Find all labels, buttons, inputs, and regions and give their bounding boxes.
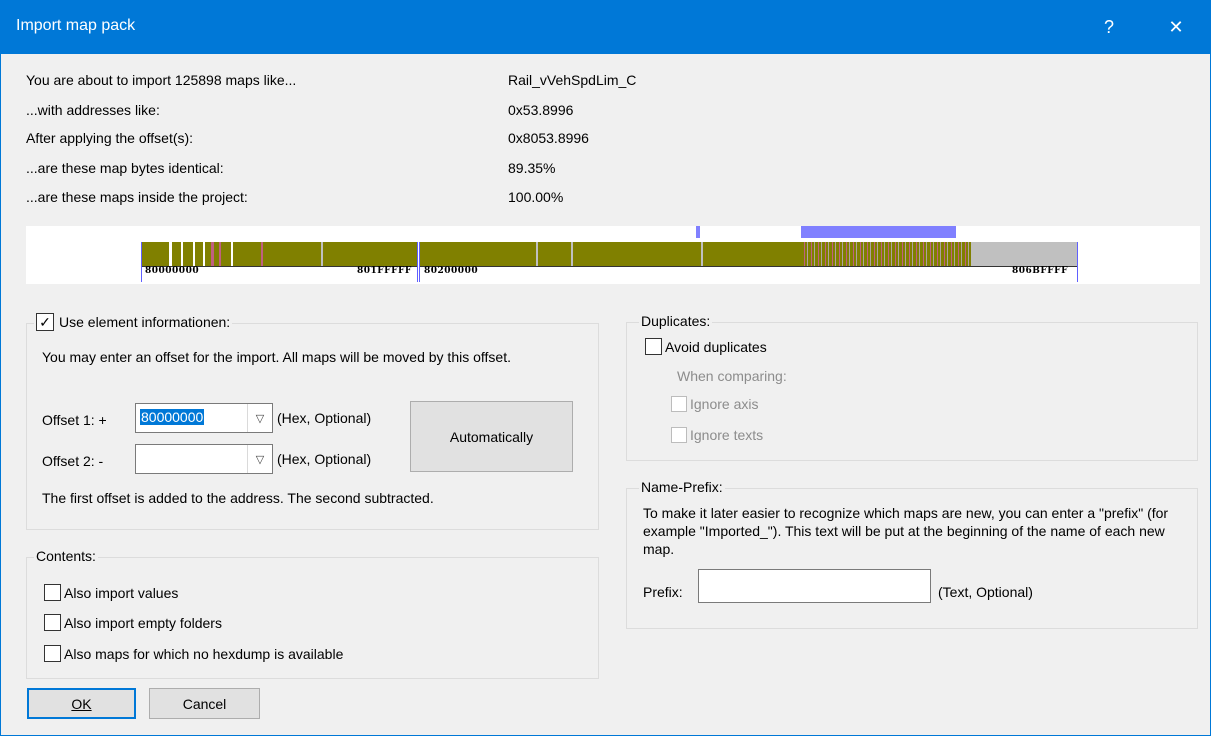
no-hexdump-label: Also maps for which no hexdump is availa… — [64, 645, 344, 662]
option-import-empty-folders[interactable]: Also import empty folders — [44, 614, 222, 631]
offset-description: You may enter an offset for the import. … — [42, 349, 511, 365]
memory-map-bar — [141, 242, 1077, 266]
summary-value-example-map: Rail_vVehSpdLim_C — [508, 72, 637, 88]
no-hexdump-checkbox[interactable] — [44, 645, 61, 662]
ignore-texts-option[interactable]: Ignore texts — [671, 427, 763, 443]
ignore-axis-label: Ignore axis — [690, 396, 759, 412]
dialog-title: Import map pack — [16, 17, 136, 34]
cancel-button-label: Cancel — [182, 695, 227, 712]
ignore-axis-checkbox[interactable] — [671, 396, 687, 412]
map-address-end-2: 806BFFFF — [1012, 266, 1068, 276]
prefix-hint: (Text, Optional) — [938, 584, 1033, 600]
map-highlight-marker — [696, 226, 700, 238]
map-address-start-1: 80000000 — [145, 266, 200, 276]
import-empty-folders-label: Also import empty folders — [64, 614, 222, 631]
contents-group-label: Contents: — [34, 548, 98, 564]
avoid-duplicates-label: Avoid duplicates — [665, 338, 767, 355]
name-prefix-description: To make it later easier to recognize whi… — [643, 505, 1169, 557]
avoid-duplicates-option[interactable]: Avoid duplicates — [645, 338, 767, 355]
offset2-hint: (Hex, Optional) — [277, 451, 372, 467]
when-comparing-label: When comparing: — [677, 368, 787, 384]
use-element-info-label: Use element informationen: — [59, 314, 231, 330]
automatically-button[interactable]: Automatically — [410, 401, 573, 472]
close-icon: ✕ — [1168, 16, 1184, 37]
summary-label-address: ...with addresses like: — [26, 102, 160, 118]
map-highlight-range — [801, 226, 956, 238]
import-values-label: Also import values — [64, 584, 179, 601]
ignore-texts-label: Ignore texts — [690, 427, 764, 443]
offset2-label: Offset 2: - — [42, 453, 104, 469]
summary-label-inside: ...are these maps inside the project: — [26, 189, 248, 205]
ignore-axis-option[interactable]: Ignore axis — [671, 396, 758, 412]
duplicates-group-label: Duplicates: — [639, 313, 713, 329]
help-icon: ? — [1103, 16, 1114, 37]
name-prefix-group-label: Name-Prefix: — [639, 479, 725, 495]
summary-value-offset-result: 0x8053.8996 — [508, 130, 589, 146]
ok-button-label: OK — [71, 695, 92, 712]
map-address-start-2: 80200000 — [424, 266, 479, 276]
summary-value-identical: 89.35% — [508, 160, 556, 176]
chevron-down-icon[interactable]: ▽ — [247, 445, 272, 473]
prefix-input[interactable] — [698, 569, 931, 603]
summary-label-offset-result: After applying the offset(s): — [26, 130, 194, 146]
chevron-down-icon[interactable]: ▽ — [247, 404, 272, 432]
import-empty-folders-checkbox[interactable] — [44, 614, 61, 631]
import-values-checkbox[interactable] — [44, 584, 61, 601]
map-address-end-1: 801FFFFF — [357, 266, 412, 276]
summary-value-address: 0x53.8996 — [508, 102, 574, 118]
ignore-texts-checkbox[interactable] — [671, 427, 687, 443]
element-info-header: ✓ Use element informationen: — [34, 313, 233, 331]
cancel-button[interactable]: Cancel — [149, 688, 260, 719]
ok-button[interactable]: OK — [27, 688, 136, 719]
offset-footnote: The first offset is added to the address… — [42, 490, 434, 506]
option-no-hexdump[interactable]: Also maps for which no hexdump is availa… — [44, 645, 343, 662]
use-element-info-checkbox[interactable]: ✓ — [36, 313, 54, 331]
offset1-label: Offset 1: + — [42, 412, 107, 428]
automatically-button-label: Automatically — [449, 428, 534, 445]
offset1-value: 80000000 — [140, 409, 205, 425]
avoid-duplicates-checkbox[interactable] — [645, 338, 662, 355]
summary-value-inside: 100.00% — [508, 189, 564, 205]
offset1-hint: (Hex, Optional) — [277, 410, 372, 426]
prefix-label: Prefix: — [643, 584, 683, 600]
offset2-combo[interactable]: ▽ — [135, 444, 273, 474]
title-bar: Import map pack ? ✕ — [0, 0, 1211, 54]
summary-label-count: You are about to import 125898 maps like… — [26, 72, 297, 88]
offset1-combo[interactable]: 80000000 ▽ — [135, 403, 273, 433]
option-import-values[interactable]: Also import values — [44, 584, 178, 601]
summary-label-identical: ...are these map bytes identical: — [26, 160, 224, 176]
help-button[interactable]: ? — [1086, 0, 1132, 54]
close-button[interactable]: ✕ — [1153, 0, 1199, 54]
